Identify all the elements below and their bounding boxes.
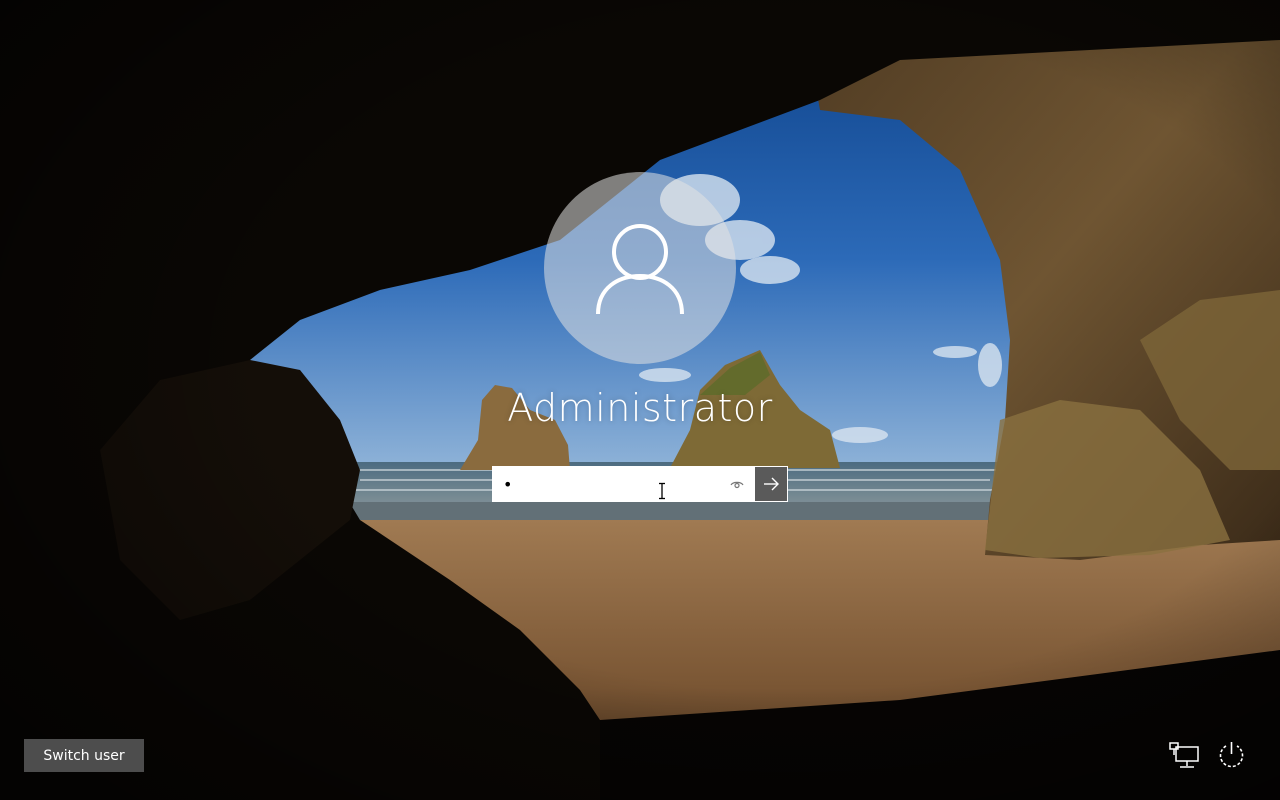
user-avatar [544, 172, 736, 364]
lock-screen: Administrator Switch user [0, 0, 1280, 800]
network-button[interactable] [1167, 738, 1201, 772]
username-label: Administrator [507, 386, 773, 430]
switch-user-button[interactable]: Switch user [24, 739, 144, 772]
submit-button[interactable] [754, 466, 788, 502]
network-icon [1169, 742, 1199, 768]
power-icon [1219, 742, 1244, 768]
password-row [492, 466, 788, 502]
arrow-right-icon [764, 477, 779, 491]
user-avatar-icon [596, 224, 684, 315]
reveal-password-button[interactable] [727, 475, 747, 495]
eye-icon [730, 481, 744, 489]
password-field-container [492, 466, 754, 502]
power-button[interactable] [1214, 738, 1248, 772]
password-input[interactable] [493, 467, 723, 501]
